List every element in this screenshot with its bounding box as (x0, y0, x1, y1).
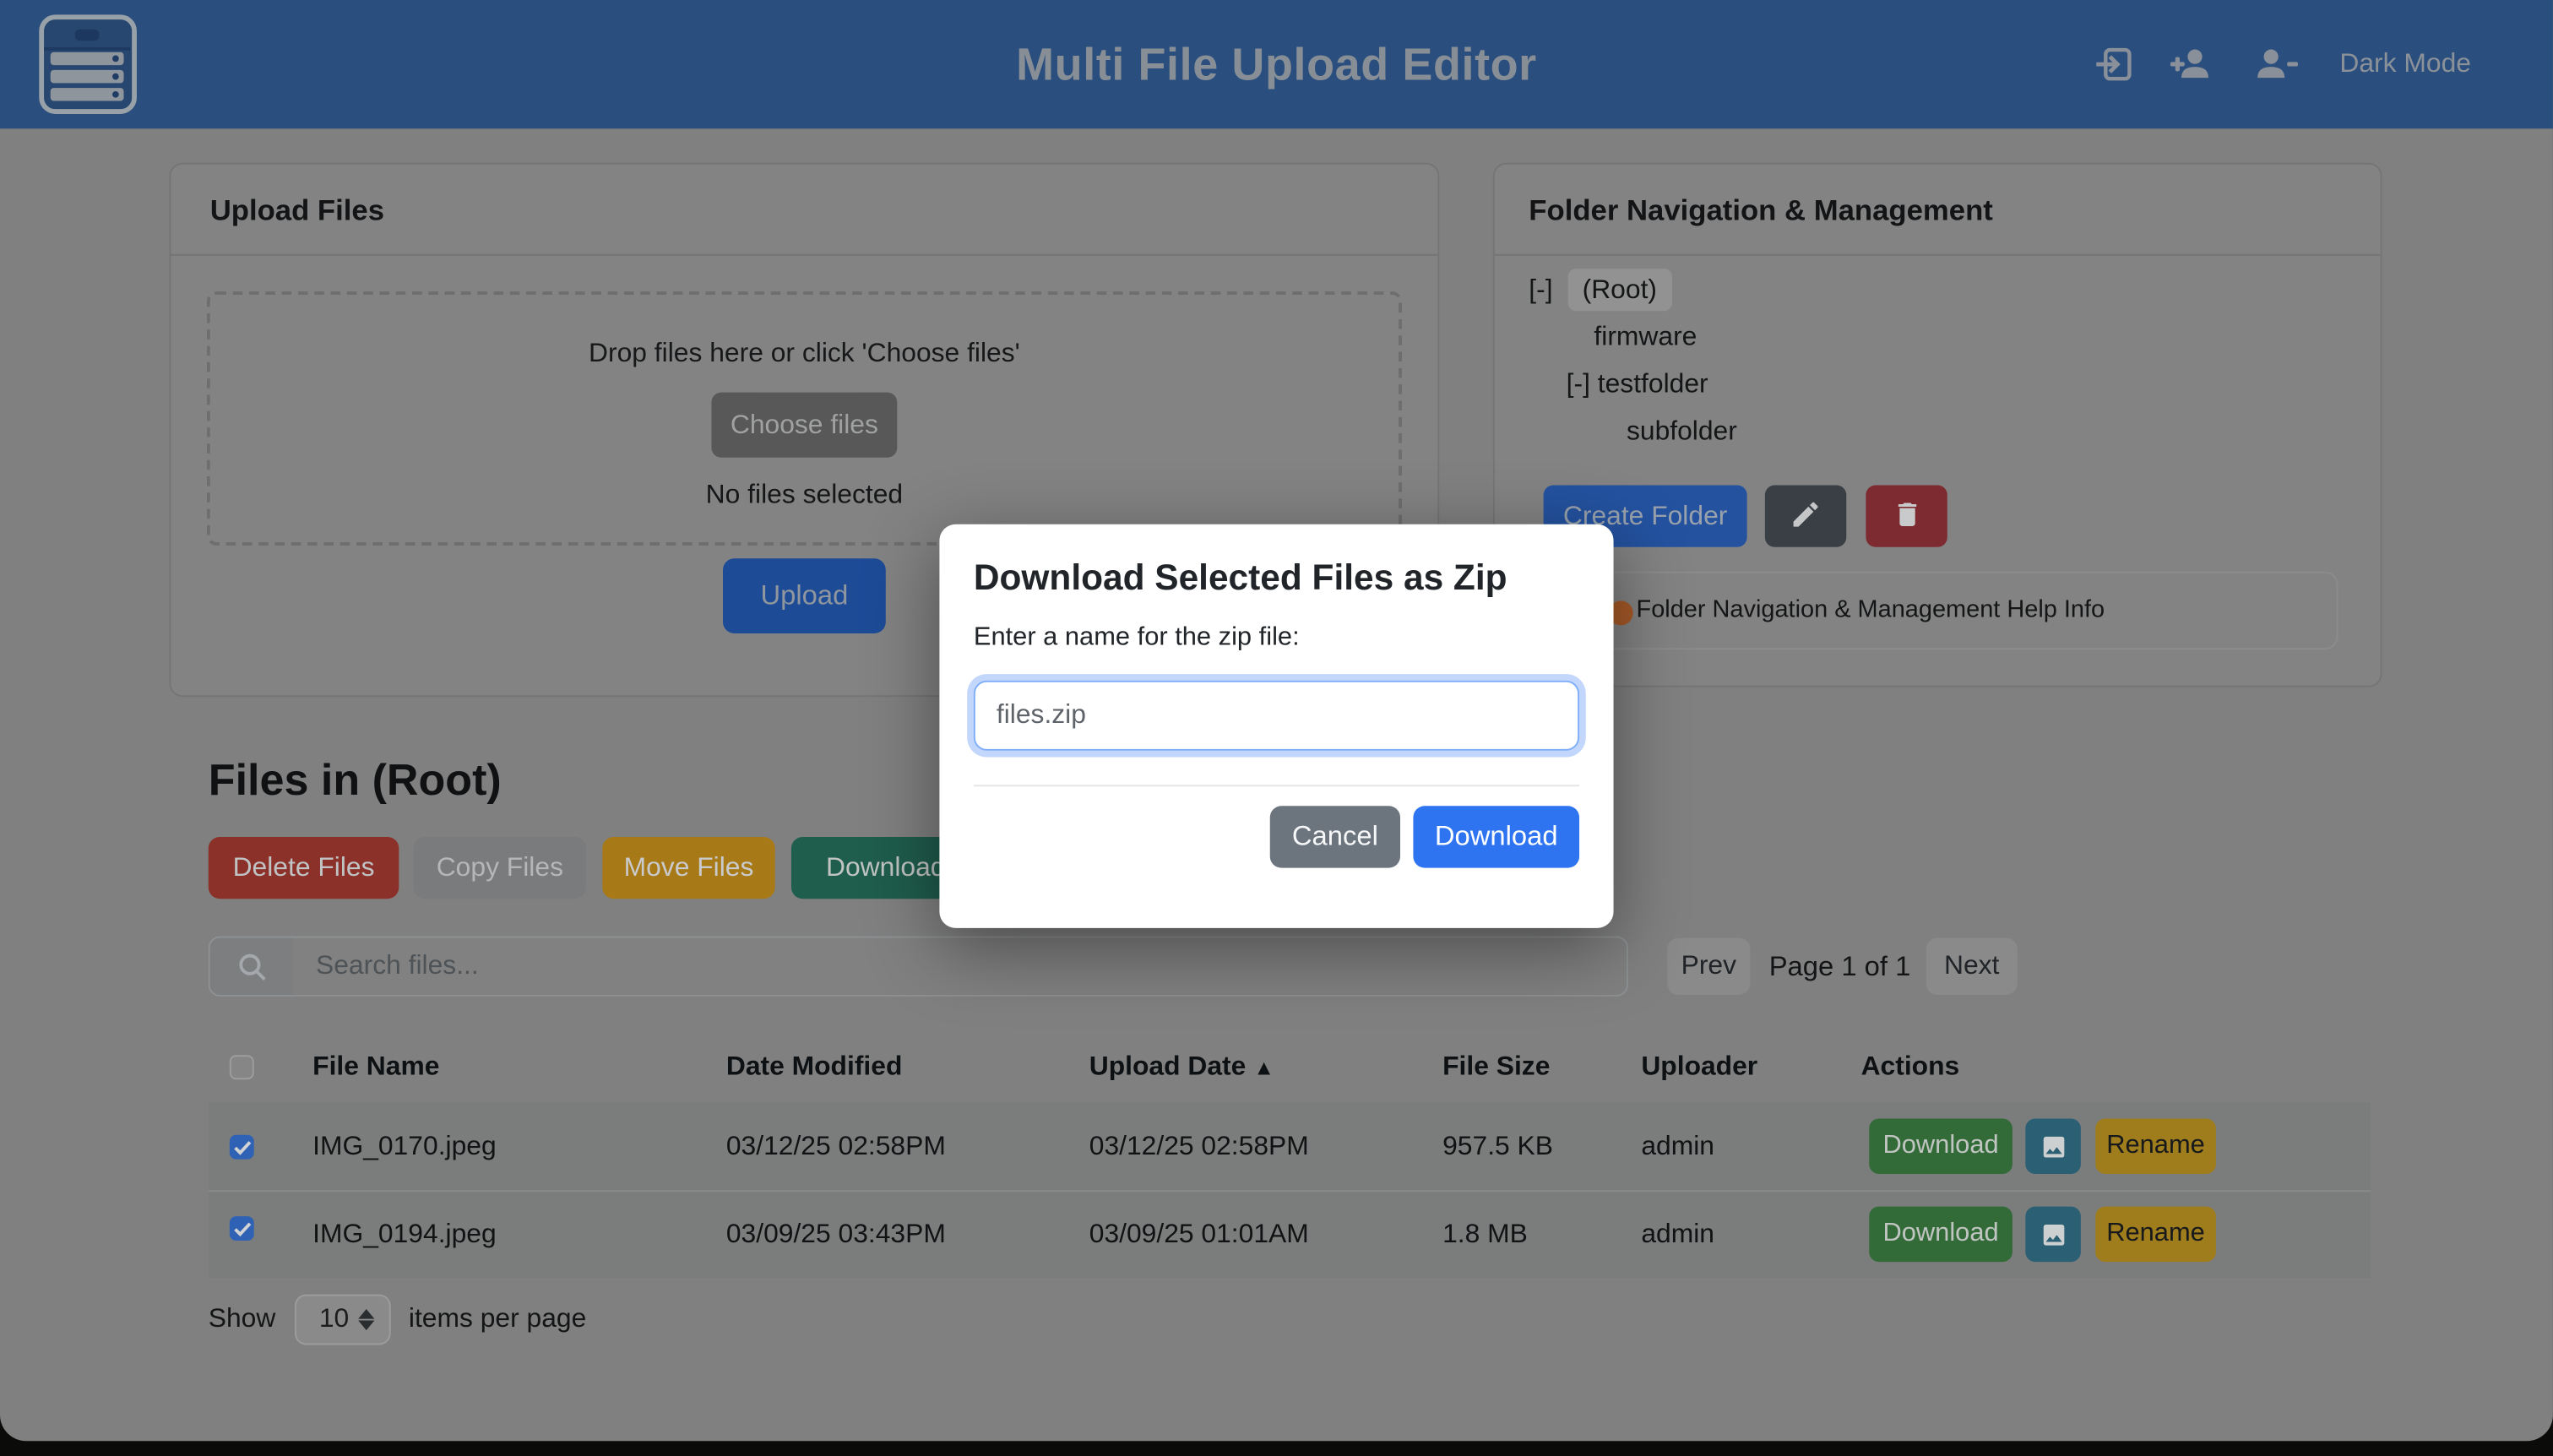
choose-files-button[interactable]: Choose files (711, 393, 897, 458)
tree-item-testfolder[interactable]: [-] testfolder (1567, 361, 1708, 409)
pencil-icon (1790, 497, 1822, 530)
folder-card-header: Folder Navigation & Management (1495, 165, 2381, 256)
no-files-text: No files selected (210, 481, 1399, 512)
trash-icon (1891, 497, 1922, 530)
tree-expander[interactable]: [-] (1529, 275, 1552, 305)
cell-uploader: admin (1641, 1220, 1714, 1251)
stepper-up-icon (358, 1309, 374, 1319)
folder-nav-card: Folder Navigation & Management [-] (Root… (1493, 163, 2382, 687)
upload-card-header: Upload Files (171, 165, 1437, 256)
app-window: Multi File Upload Editor (0, 0, 2553, 1441)
image-icon (2040, 1133, 2067, 1160)
tree-label-firmware: firmware (1594, 323, 1697, 352)
tree-item-root[interactable]: [-] (Root) (1529, 267, 1671, 314)
modal-download-button[interactable]: Download (1413, 806, 1579, 867)
tree-item-firmware[interactable]: firmware (1594, 314, 1697, 361)
select-all-checkbox[interactable] (230, 1055, 254, 1079)
col-header-file-size[interactable]: File Size (1442, 1051, 1550, 1083)
row-download-button[interactable]: Download (1869, 1118, 2013, 1174)
folder-card-title: Folder Navigation & Management (1495, 165, 2381, 256)
folder-help-box: Folder Navigation & Management Help Info (1519, 572, 2338, 650)
stepper-down-icon (358, 1321, 374, 1331)
row-preview-button[interactable] (2025, 1207, 2081, 1263)
upload-card-title: Upload Files (171, 165, 1437, 256)
row-divider (209, 1190, 2371, 1192)
col-header-date-modified[interactable]: Date Modified (726, 1051, 903, 1083)
cell-file-name: IMG_0194.jpeg (312, 1220, 497, 1251)
rename-folder-button[interactable] (1765, 486, 1846, 547)
items-per-page-suffix: items per page (409, 1304, 586, 1335)
sort-asc-icon: ▲ (1253, 1055, 1274, 1079)
row-checkbox[interactable] (230, 1135, 254, 1160)
image-icon (2040, 1220, 2067, 1248)
show-label: Show (209, 1304, 276, 1335)
navbar: Multi File Upload Editor (0, 0, 2553, 128)
tree-label-root[interactable]: (Root) (1567, 269, 1671, 311)
modal-prompt: Enter a name for the zip file: (974, 623, 1300, 653)
files-heading: Files in (Root) (209, 756, 502, 807)
cell-date-modified: 03/12/25 02:58PM (726, 1132, 946, 1163)
modal-divider (974, 785, 1579, 786)
copy-files-button[interactable]: Copy Files (414, 837, 586, 899)
prev-page-button[interactable]: Prev (1667, 937, 1750, 994)
remove-user-icon[interactable] (2255, 44, 2297, 84)
login-icon[interactable] (2094, 44, 2136, 84)
download-zip-modal: Download Selected Files as Zip Enter a n… (939, 524, 1613, 928)
file-dropzone[interactable]: Drop files here or click 'Choose files' … (207, 291, 1402, 546)
cell-file-size: 957.5 KB (1442, 1132, 1553, 1163)
search-input[interactable] (293, 937, 1628, 997)
move-files-button[interactable]: Move Files (602, 837, 774, 899)
tree-label-testfolder: testfolder (1598, 370, 1708, 399)
page-info: Page 1 of 1 (1767, 937, 1914, 994)
dropzone-text: Drop files here or click 'Choose files' (210, 339, 1399, 370)
row-download-button[interactable]: Download (1869, 1207, 2013, 1263)
cell-upload-date: 03/12/25 02:58PM (1089, 1132, 1309, 1163)
add-user-icon[interactable] (2169, 44, 2211, 84)
cell-uploader: admin (1641, 1132, 1714, 1163)
modal-cancel-button[interactable]: Cancel (1270, 806, 1400, 867)
items-per-page-select[interactable]: 10 (295, 1295, 391, 1345)
modal-title: Download Selected Files as Zip (974, 557, 1507, 599)
tree-expander[interactable]: [-] (1567, 370, 1590, 399)
cell-file-name: IMG_0170.jpeg (312, 1132, 497, 1163)
cell-date-modified: 03/09/25 03:43PM (726, 1220, 946, 1251)
delete-folder-button[interactable] (1866, 486, 1947, 547)
row-preview-button[interactable] (2025, 1118, 2081, 1174)
col-header-file-name[interactable]: File Name (312, 1051, 439, 1083)
row-rename-button[interactable]: Rename (2095, 1118, 2216, 1174)
search-addon (209, 937, 295, 997)
folder-help-text: Folder Navigation & Management Help Info (1637, 573, 2105, 649)
zip-name-input[interactable] (974, 681, 1579, 751)
col-header-upload-date[interactable]: Upload Date ▲ (1089, 1051, 1274, 1083)
col-header-uploader[interactable]: Uploader (1641, 1051, 1757, 1083)
row-rename-button[interactable]: Rename (2095, 1207, 2216, 1263)
dark-mode-toggle[interactable]: Dark Mode (2339, 49, 2471, 80)
cell-file-size: 1.8 MB (1442, 1220, 1528, 1251)
tree-label-subfolder: subfolder (1627, 417, 1737, 447)
next-page-button[interactable]: Next (1926, 937, 2018, 994)
screen: Multi File Upload Editor (0, 0, 2553, 1456)
search-icon (236, 951, 269, 984)
delete-files-button[interactable]: Delete Files (209, 837, 399, 899)
tree-item-subfolder[interactable]: subfolder (1627, 409, 1737, 456)
row-checkbox[interactable] (230, 1216, 254, 1241)
cell-upload-date: 03/09/25 01:01AM (1089, 1220, 1309, 1251)
col-header-actions: Actions (1861, 1051, 1960, 1083)
upload-button[interactable]: Upload (723, 558, 886, 633)
items-per-page-value: 10 (319, 1304, 349, 1335)
